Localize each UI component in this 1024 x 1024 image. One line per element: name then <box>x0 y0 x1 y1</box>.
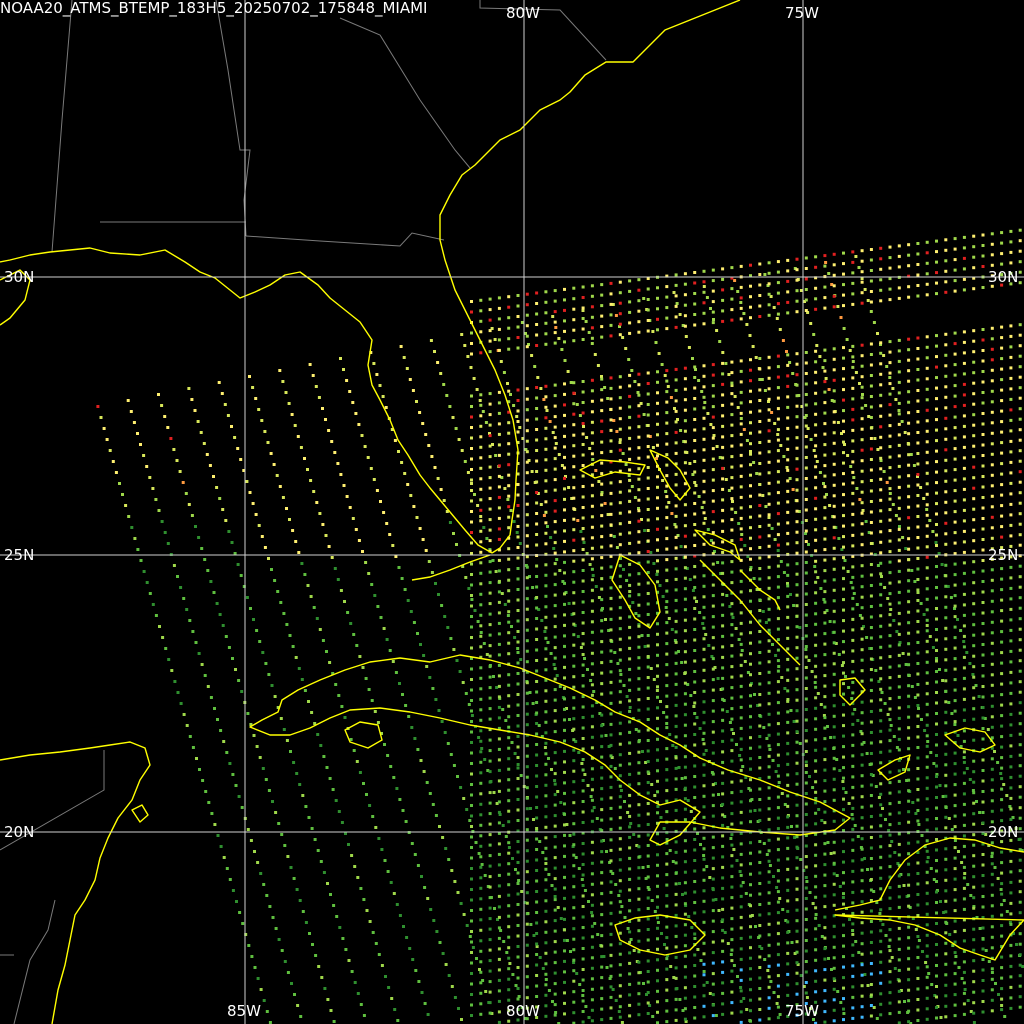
top-lon-label-75w: 75W <box>785 4 819 22</box>
right-lat-label-25n: 25N <box>988 546 1019 564</box>
left-lat-label-20n: 20N <box>4 823 35 841</box>
product-title: NOAA20_ATMS_BTEMP_183H5_20250702_175848_… <box>0 0 428 17</box>
satellite-map <box>0 0 1024 1024</box>
right-lat-label-20n: 20N <box>988 823 1019 841</box>
left-lat-label-30n: 30N <box>4 268 35 286</box>
bottom-lon-label-75w: 75W <box>785 1002 819 1020</box>
bottom-lon-label-85w: 85W <box>227 1002 261 1020</box>
left-lat-label-25n: 25N <box>4 546 35 564</box>
bottom-lon-label-80w: 80W <box>506 1002 540 1020</box>
right-lat-label-30n: 30N <box>988 268 1019 286</box>
top-lon-label-80w: 80W <box>506 4 540 22</box>
